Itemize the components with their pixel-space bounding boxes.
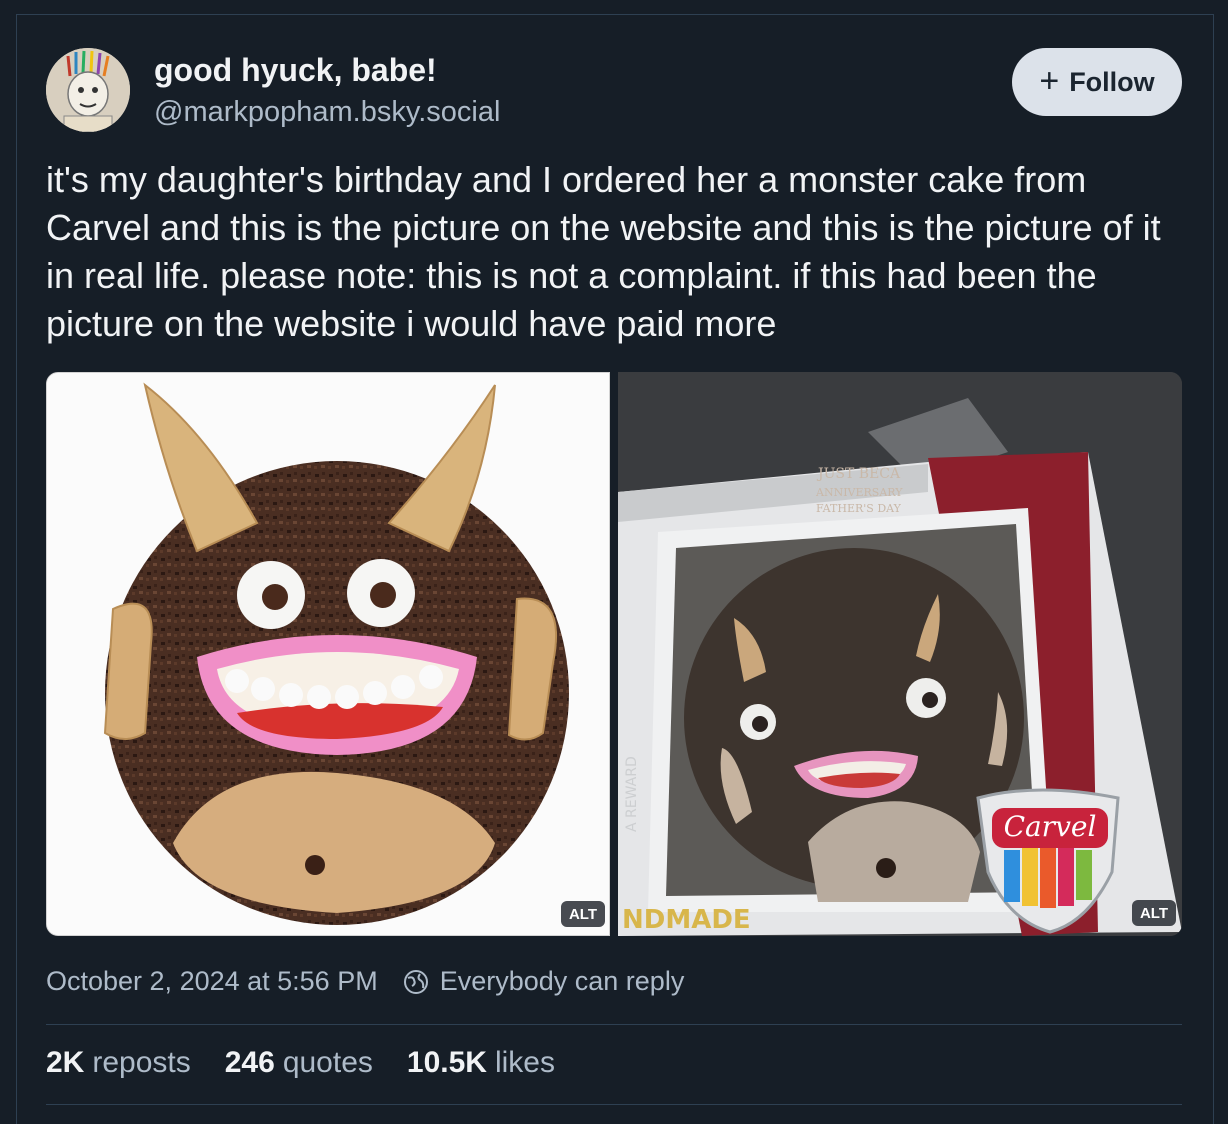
likes-stat[interactable]: 10.5K likes bbox=[407, 1046, 555, 1080]
plus-icon: + bbox=[1039, 61, 1060, 100]
box-banner-line-3: FATHER'S DAY bbox=[816, 502, 902, 515]
author-handle[interactable]: @markpopham.bsky.social bbox=[154, 96, 500, 129]
box-bottom-text: NDMADE bbox=[622, 905, 751, 935]
alt-badge[interactable]: ALT bbox=[1132, 900, 1176, 926]
post-image-website-cake[interactable]: ALT bbox=[46, 372, 610, 936]
author-display-name[interactable]: good hyuck, babe! bbox=[154, 52, 437, 89]
likes-count: 10.5K bbox=[406, 1046, 487, 1079]
reposts-label: reposts bbox=[92, 1046, 191, 1079]
divider bbox=[46, 1104, 1182, 1105]
avatar-drawing bbox=[46, 48, 130, 132]
monster-cake-website-illustration bbox=[47, 373, 609, 935]
post-timestamp[interactable]: October 2, 2024 at 5:56 PM bbox=[46, 966, 378, 997]
quotes-stat[interactable]: 246 quotes bbox=[225, 1046, 373, 1080]
divider bbox=[46, 1024, 1182, 1025]
quotes-count: 246 bbox=[224, 1046, 275, 1079]
box-side-text: A REWARD bbox=[624, 756, 640, 832]
monster-cake-real-photo-illustration: Carvel JUST BECA ANNIVERSARY FATHER'S DA… bbox=[618, 372, 1182, 936]
reply-setting-label[interactable]: Everybody can reply bbox=[440, 966, 685, 997]
post-image-real-cake[interactable]: Carvel JUST BECA ANNIVERSARY FATHER'S DA… bbox=[618, 372, 1182, 936]
box-banner-line-1: JUST BECA bbox=[816, 466, 901, 482]
follow-button[interactable]: + Follow bbox=[1012, 48, 1182, 116]
box-banner-line-2: ANNIVERSARY bbox=[815, 486, 903, 499]
reposts-count: 2K bbox=[46, 1046, 85, 1079]
alt-badge[interactable]: ALT bbox=[561, 901, 605, 927]
globe-icon bbox=[403, 969, 428, 994]
quotes-label: quotes bbox=[282, 1046, 373, 1079]
post-meta-row: October 2, 2024 at 5:56 PM Everybody can… bbox=[46, 966, 684, 997]
likes-label: likes bbox=[494, 1046, 555, 1079]
author-avatar[interactable] bbox=[46, 48, 130, 132]
reposts-stat[interactable]: 2K reposts bbox=[46, 1046, 191, 1080]
carvel-logo-text: Carvel bbox=[1004, 810, 1097, 843]
post-text: it's my daughter's birthday and I ordere… bbox=[46, 159, 1161, 344]
follow-button-label: Follow bbox=[1069, 66, 1155, 97]
post-stats: 2K reposts 246 quotes 10.5K likes bbox=[46, 1046, 555, 1080]
